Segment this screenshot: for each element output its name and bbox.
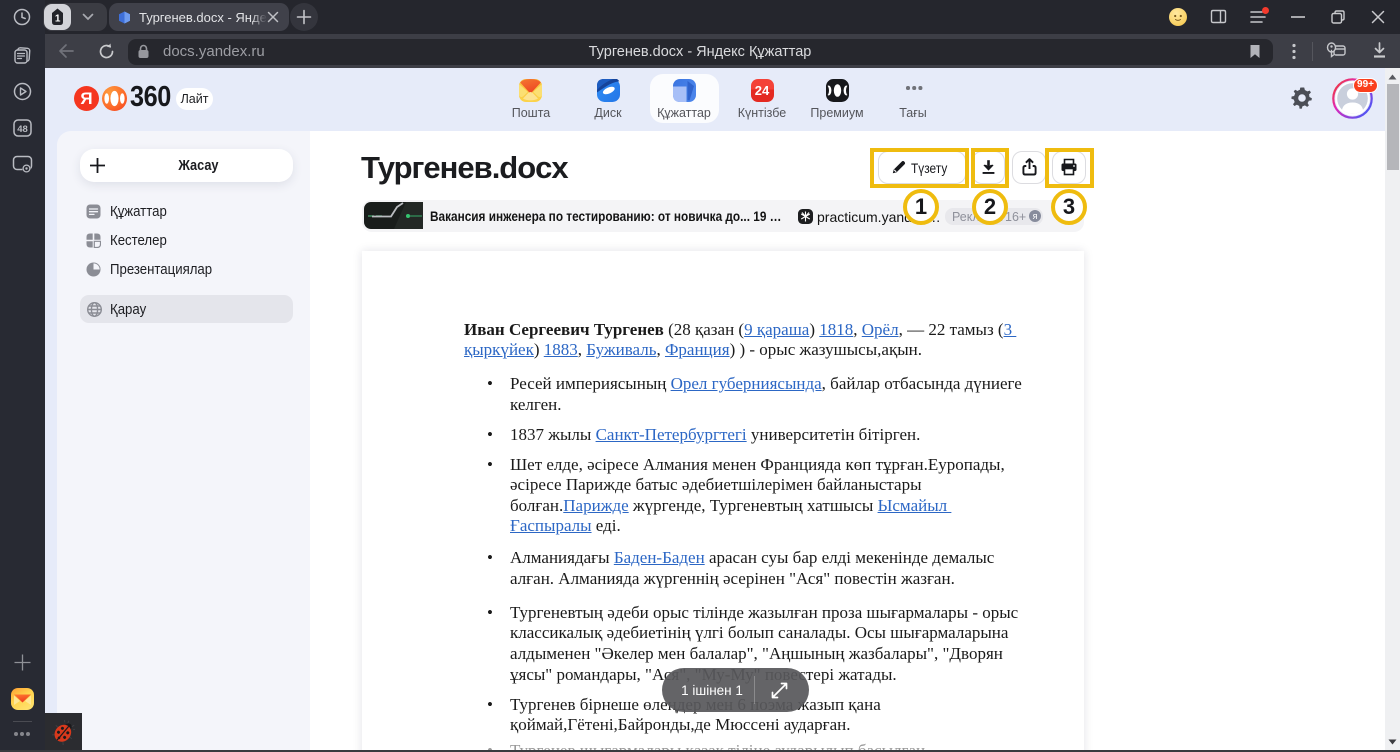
svg-text:1: 1 [55,14,61,25]
svg-text:48: 48 [17,124,28,135]
